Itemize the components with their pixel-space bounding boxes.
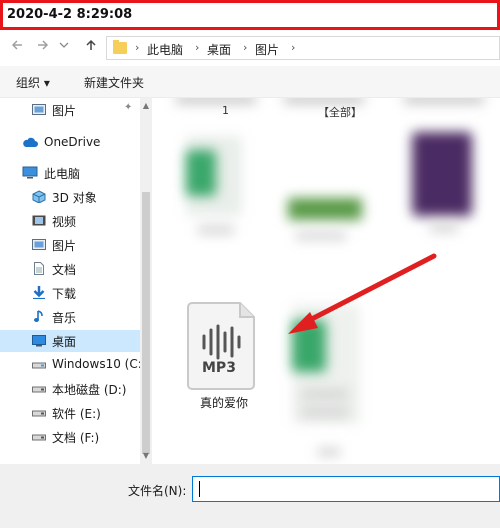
breadcrumb-this-pc[interactable]: 此电脑 — [147, 41, 183, 58]
sidebar-item-music[interactable]: 音乐 — [0, 306, 140, 328]
sidebar-item-label: 3D 对象 — [52, 191, 97, 205]
file-list: 1 【全部】 MP3 真的爱你 — [152, 98, 500, 464]
navigation-bar: › 此电脑 › 桌面 › 图片 › — [0, 32, 500, 64]
breadcrumb-desktop[interactable]: 桌面 — [207, 41, 231, 58]
organize-button[interactable]: 组织 ▾ — [16, 74, 50, 91]
address-bar[interactable]: › 此电脑 › 桌面 › 图片 › — [106, 36, 500, 60]
pictures-icon — [32, 103, 46, 116]
cube-icon — [32, 190, 46, 204]
new-folder-button[interactable]: 新建文件夹 — [84, 74, 144, 91]
sidebar-item-pictures[interactable]: 图片 — [0, 234, 140, 256]
drive-icon — [32, 406, 46, 419]
arrow-right-icon[interactable] — [34, 38, 52, 56]
breadcrumb-separator-icon: › — [195, 41, 200, 54]
sidebar-scrollbar[interactable]: ▲ ▼ — [140, 98, 152, 464]
window-titlebar: 2020-4-2 8:29:08 — [0, 0, 500, 30]
navigation-pane: 图片 ✦ OneDrive 此电脑 3D 对象 视频 图片 文档 下载 音乐 桌… — [0, 98, 152, 464]
sidebar-item-label: 视频 — [52, 215, 77, 229]
sidebar-item-label: OneDrive — [44, 135, 101, 149]
sidebar-item-label: 本地磁盘 (D:) — [52, 383, 127, 397]
pin-icon[interactable]: ✦ — [124, 102, 132, 113]
sidebar-item-label: 图片 — [52, 104, 77, 118]
window-title: 2020-4-2 8:29:08 — [7, 7, 133, 22]
sidebar-item-label: 软件 (E:) — [52, 407, 101, 421]
sidebar-item-onedrive[interactable]: OneDrive — [0, 132, 140, 154]
sidebar-item-label: 音乐 — [52, 311, 77, 325]
sidebar-item-label: 图片 — [52, 239, 77, 253]
sidebar-item-label: 文档 (F:) — [52, 431, 100, 445]
sidebar-item-3d-objects[interactable]: 3D 对象 — [0, 186, 140, 208]
scroll-up-icon[interactable]: ▲ — [140, 100, 152, 112]
breadcrumb-separator-icon: › — [291, 41, 296, 54]
desktop-icon — [32, 334, 46, 347]
arrow-up-icon[interactable] — [82, 38, 100, 56]
sidebar-item-drive-d[interactable]: 本地磁盘 (D:) — [0, 378, 140, 400]
chevron-down-icon[interactable] — [58, 38, 70, 56]
sidebar-item-documents[interactable]: 文档 — [0, 258, 140, 280]
sidebar-item-label: Windows10 (C: — [52, 357, 142, 371]
breadcrumb-separator-icon: › — [243, 41, 248, 54]
arrow-left-icon[interactable] — [8, 38, 26, 56]
sidebar-item-downloads[interactable]: 下载 — [0, 282, 140, 304]
command-toolbar: 组织 ▾ 新建文件夹 — [0, 66, 500, 98]
sidebar-item-label: 下载 — [52, 287, 77, 301]
document-icon — [32, 262, 46, 275]
breadcrumb-separator-icon: › — [135, 41, 140, 54]
filename-label: 文件名(N): — [128, 484, 187, 498]
sidebar-item-desktop[interactable]: 桌面 — [0, 330, 140, 352]
text-caret — [199, 481, 200, 497]
sidebar-item-label: 桌面 — [52, 335, 77, 349]
sidebar-item-label: 此电脑 — [44, 167, 81, 181]
sidebar-item-videos[interactable]: 视频 — [0, 210, 140, 232]
download-icon — [32, 286, 46, 300]
drive-icon — [32, 358, 46, 371]
computer-icon — [22, 166, 38, 179]
scrollbar-thumb[interactable] — [142, 192, 150, 454]
music-icon — [32, 310, 46, 323]
sidebar-item-drive-f[interactable]: 文档 (F:) — [0, 426, 140, 448]
annotation-arrow-icon — [288, 253, 437, 334]
sidebar-item-drive-c[interactable]: Windows10 (C: — [0, 354, 142, 376]
drive-icon — [32, 382, 46, 395]
breadcrumb-pictures[interactable]: 图片 — [255, 41, 279, 58]
sidebar-item-label: 文档 — [52, 263, 77, 277]
sidebar-item-this-pc[interactable]: 此电脑 — [0, 162, 140, 184]
cloud-icon — [22, 136, 38, 149]
drive-icon — [32, 430, 46, 443]
sidebar-item-drive-e[interactable]: 软件 (E:) — [0, 402, 140, 424]
sidebar-item-pictures-quick[interactable]: 图片 ✦ — [0, 99, 140, 121]
pictures-icon — [32, 238, 46, 251]
file-dialog-footer: 文件名(N): — [0, 464, 500, 528]
filename-input[interactable] — [192, 476, 500, 502]
video-icon — [32, 214, 46, 227]
folder-icon — [113, 40, 127, 54]
scroll-down-icon[interactable]: ▼ — [140, 450, 152, 462]
